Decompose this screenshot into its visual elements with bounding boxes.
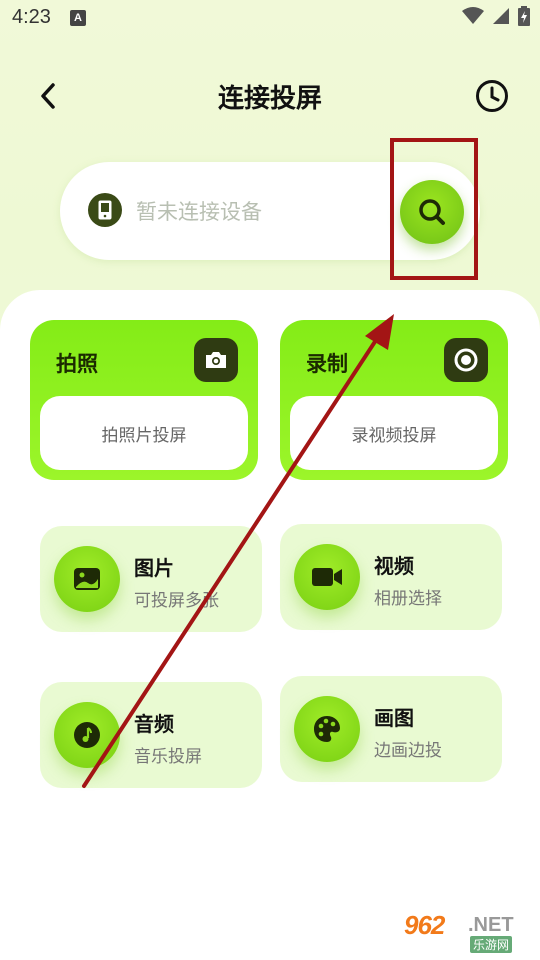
site-watermark: 962 .NET 乐游网: [404, 910, 534, 954]
draw-cast-card[interactable]: 画图 边画边投: [280, 676, 502, 782]
watermark-number: 962: [404, 910, 445, 940]
annotation-highlight-box: [390, 138, 478, 280]
picture-card-subtitle: 可投屏多张: [134, 591, 219, 611]
status-bar: 4:23 A: [0, 0, 540, 36]
status-icons: [462, 6, 530, 26]
watermark-suffix: .NET: [468, 914, 514, 936]
clock-icon: [476, 80, 508, 112]
wifi-icon: [462, 7, 484, 24]
picture-card-title: 图片: [134, 556, 174, 580]
notification-icon: A: [70, 10, 86, 26]
image-icon: [54, 546, 120, 612]
status-time: 4:23: [12, 6, 51, 28]
signal-icon: [493, 8, 509, 24]
phone-icon: [88, 193, 122, 227]
watermark-chinese: 乐游网: [470, 936, 513, 953]
audio-card-subtitle: 音乐投屏: [134, 747, 202, 767]
battery-icon: [518, 6, 530, 26]
draw-card-subtitle: 边画边投: [374, 741, 442, 761]
history-button[interactable]: [474, 78, 510, 114]
audio-card-title: 音频: [134, 712, 174, 736]
video-cast-card[interactable]: 视频 相册选择: [280, 524, 502, 630]
record-card-title: 录制: [306, 352, 348, 376]
audio-cast-card[interactable]: 音频 音乐投屏: [40, 682, 262, 788]
video-card-subtitle: 相册选择: [374, 589, 442, 609]
picture-cast-card[interactable]: 图片 可投屏多张: [40, 526, 262, 632]
main-panel: 拍照 拍照片投屏 录制 录视频投屏 图片 可投屏多张 视频 相册选择 音频 音乐…: [0, 290, 540, 960]
music-note-icon: [54, 702, 120, 768]
photo-cast-card[interactable]: 拍照 拍照片投屏: [30, 320, 258, 480]
record-icon: [444, 338, 488, 382]
video-card-title: 视频: [374, 554, 414, 578]
photo-cast-action[interactable]: 拍照片投屏: [40, 396, 248, 470]
photo-card-title: 拍照: [56, 352, 98, 376]
camera-icon: [194, 338, 238, 382]
palette-icon: [294, 696, 360, 762]
page-title: 连接投屏: [217, 84, 322, 114]
device-status-text: 暂未连接设备: [136, 200, 262, 224]
record-cast-card[interactable]: 录制 录视频投屏: [280, 320, 508, 480]
record-cast-action[interactable]: 录视频投屏: [290, 396, 498, 470]
draw-card-title: 画图: [374, 706, 414, 730]
video-camera-icon: [294, 544, 360, 610]
